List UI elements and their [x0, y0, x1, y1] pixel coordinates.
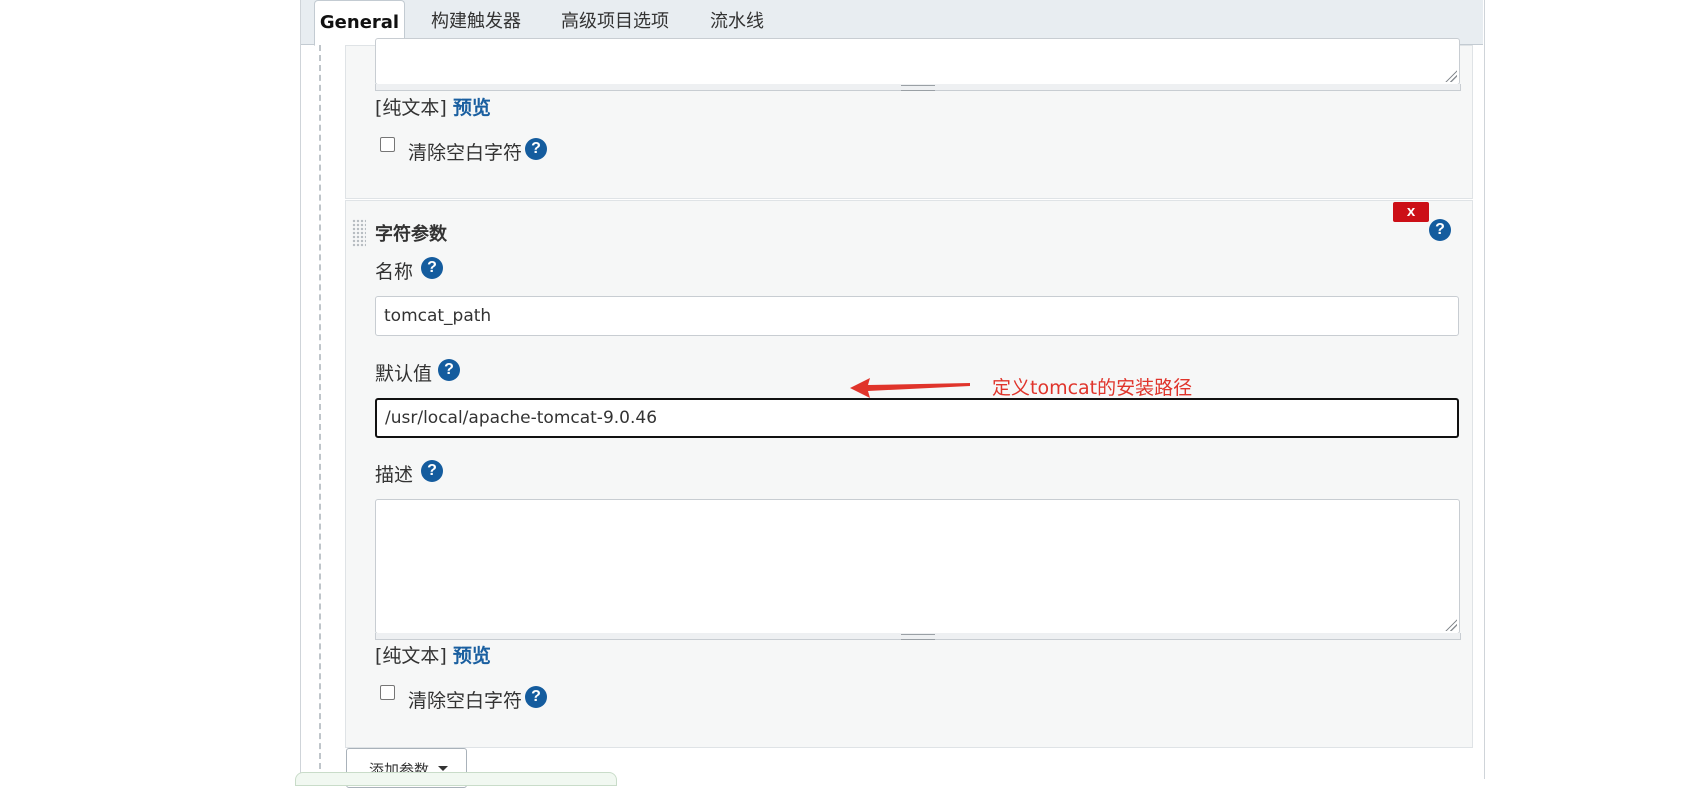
- string-param-block: [345, 200, 1473, 748]
- default-value-label: 默认值: [375, 363, 433, 385]
- bottom-bar: [295, 772, 617, 786]
- trim-help-icon[interactable]: ?: [525, 686, 547, 708]
- param-type-title: 字符参数: [375, 224, 447, 245]
- description-help-icon[interactable]: ?: [421, 460, 443, 482]
- delete-param-button[interactable]: x: [1393, 202, 1429, 222]
- trim-checkbox[interactable]: [380, 685, 395, 700]
- name-help-icon[interactable]: ?: [421, 257, 443, 279]
- trim-checkbox[interactable]: [380, 137, 395, 152]
- trim-label: 清除空白字符: [408, 690, 523, 712]
- resize-handle-icon[interactable]: [1445, 70, 1457, 82]
- name-label: 名称: [375, 261, 414, 283]
- textarea-grip[interactable]: [375, 633, 1461, 640]
- description-textarea[interactable]: [375, 499, 1460, 634]
- resize-handle-icon[interactable]: [1445, 619, 1457, 631]
- default-value-input[interactable]: /usr/local/apache-tomcat-9.0.46: [375, 398, 1459, 438]
- previous-description-textarea[interactable]: [375, 38, 1460, 85]
- annotation-text: 定义tomcat的安装路径: [992, 377, 1193, 399]
- section-guide-line: [319, 45, 321, 779]
- name-input[interactable]: tomcat_path: [375, 296, 1459, 336]
- preview-link[interactable]: 预览: [453, 645, 491, 667]
- drag-handle-icon[interactable]: [352, 219, 366, 247]
- textarea-grip[interactable]: [375, 84, 1461, 91]
- param-help-icon[interactable]: ?: [1429, 219, 1451, 241]
- format-label: [纯文本] 预览: [375, 97, 491, 119]
- preview-link[interactable]: 预览: [453, 97, 491, 119]
- trim-label: 清除空白字符: [408, 142, 523, 164]
- default-value-help-icon[interactable]: ?: [438, 359, 460, 381]
- help-icon[interactable]: ?: [525, 138, 547, 160]
- description-label: 描述: [375, 464, 414, 486]
- chevron-down-icon: [438, 766, 448, 771]
- annotation-arrow: [850, 378, 970, 398]
- format-label: [纯文本] 预览: [375, 645, 491, 667]
